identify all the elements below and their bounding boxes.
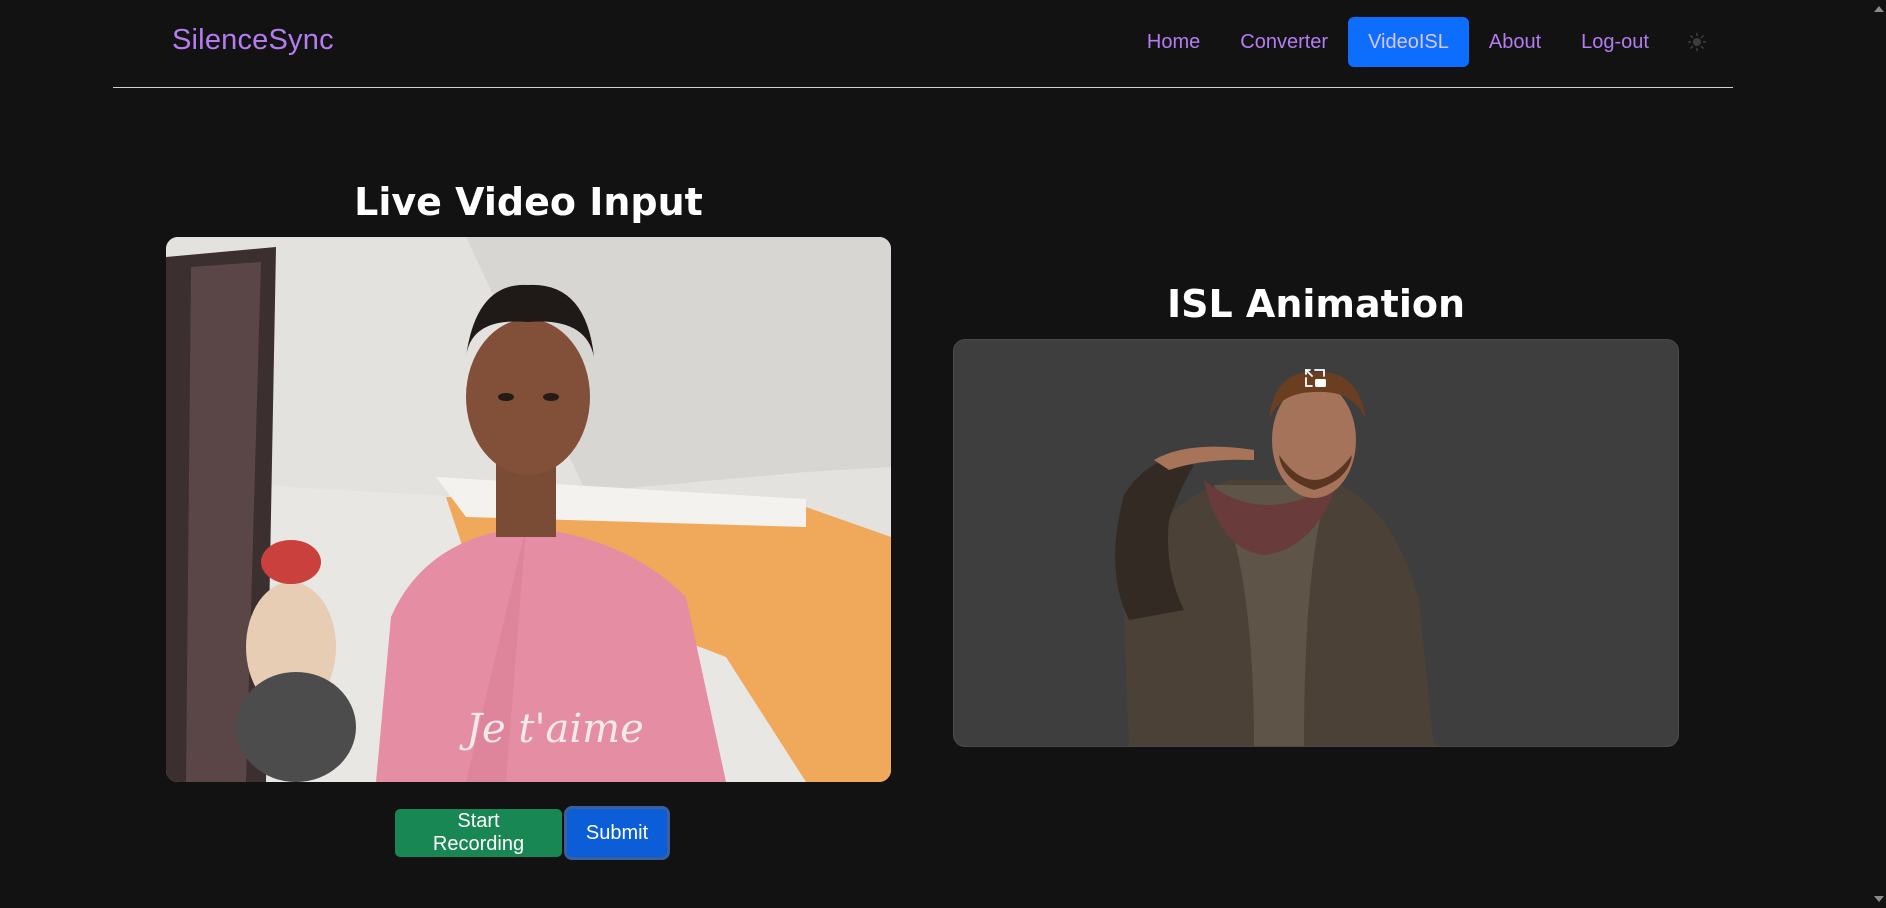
sun-icon [1687,32,1707,52]
scrollbar-up-arrow[interactable] [1874,6,1884,12]
videoisl-page: SilenceSync Home Converter VideoISL Abou… [0,0,1886,908]
isl-animation-viewer[interactable] [953,339,1679,747]
nav-link-converter[interactable]: Converter [1220,17,1348,67]
avatar-illustration [1115,371,1434,746]
recording-actions: Start Recording Submit [395,809,667,857]
isl-animation-title: ISL Animation [1166,282,1466,326]
nav-link-logout[interactable]: Log-out [1561,17,1669,67]
theme-toggle-button[interactable] [1679,24,1715,60]
nav-link-about[interactable]: About [1469,17,1561,67]
scrollbar-down-arrow[interactable] [1874,896,1884,902]
navbar: SilenceSync Home Converter VideoISL Abou… [113,0,1733,88]
picture-in-picture-icon[interactable] [1304,368,1328,390]
nav-link-videoisl[interactable]: VideoISL [1348,17,1469,67]
submit-button[interactable]: Submit [567,809,667,857]
live-video-title: Live Video Input [354,180,703,224]
svg-text:Je t'aime: Je t'aime [459,706,644,752]
nav-links: Home Converter VideoISL About Log-out [1127,17,1733,67]
brand-logo[interactable]: SilenceSync [172,24,334,57]
nav-link-home[interactable]: Home [1127,17,1220,67]
webcam-frame-illustration: Je t'aime [166,237,891,782]
live-video-feed[interactable]: Je t'aime [166,237,891,782]
start-recording-button[interactable]: Start Recording [395,809,562,857]
